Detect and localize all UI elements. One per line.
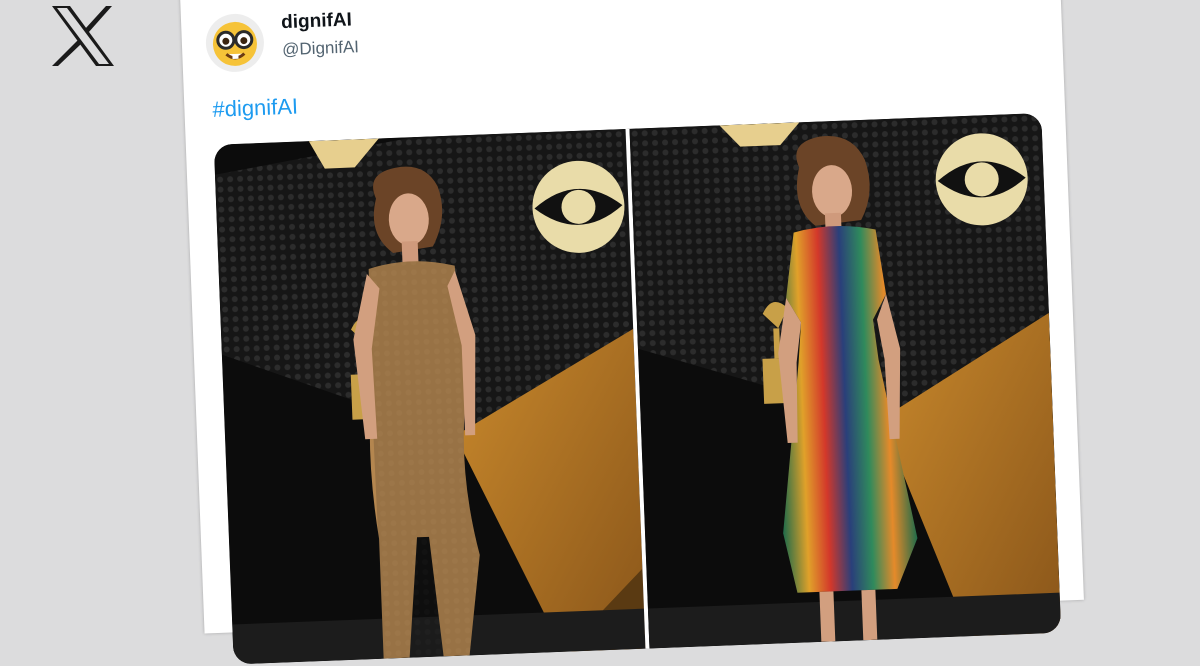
- x-logo-icon[interactable]: [50, 4, 116, 68]
- red-carpet-photo-gold-mesh-dress-icon[interactable]: [213, 128, 646, 665]
- tweet-card[interactable]: dignifAI @DignifAI #dignifAI: [180, 0, 1084, 665]
- red-carpet-photo-rainbow-dress-icon[interactable]: [629, 113, 1062, 649]
- user-handle[interactable]: @DignifAI: [282, 37, 360, 60]
- display-name[interactable]: dignifAI: [281, 9, 352, 34]
- tweet-media[interactable]: [213, 113, 1062, 665]
- avatar[interactable]: [204, 12, 266, 74]
- hashtag-link[interactable]: #dignifAI: [212, 94, 299, 123]
- nerd-face-emoji-icon: [212, 21, 257, 66]
